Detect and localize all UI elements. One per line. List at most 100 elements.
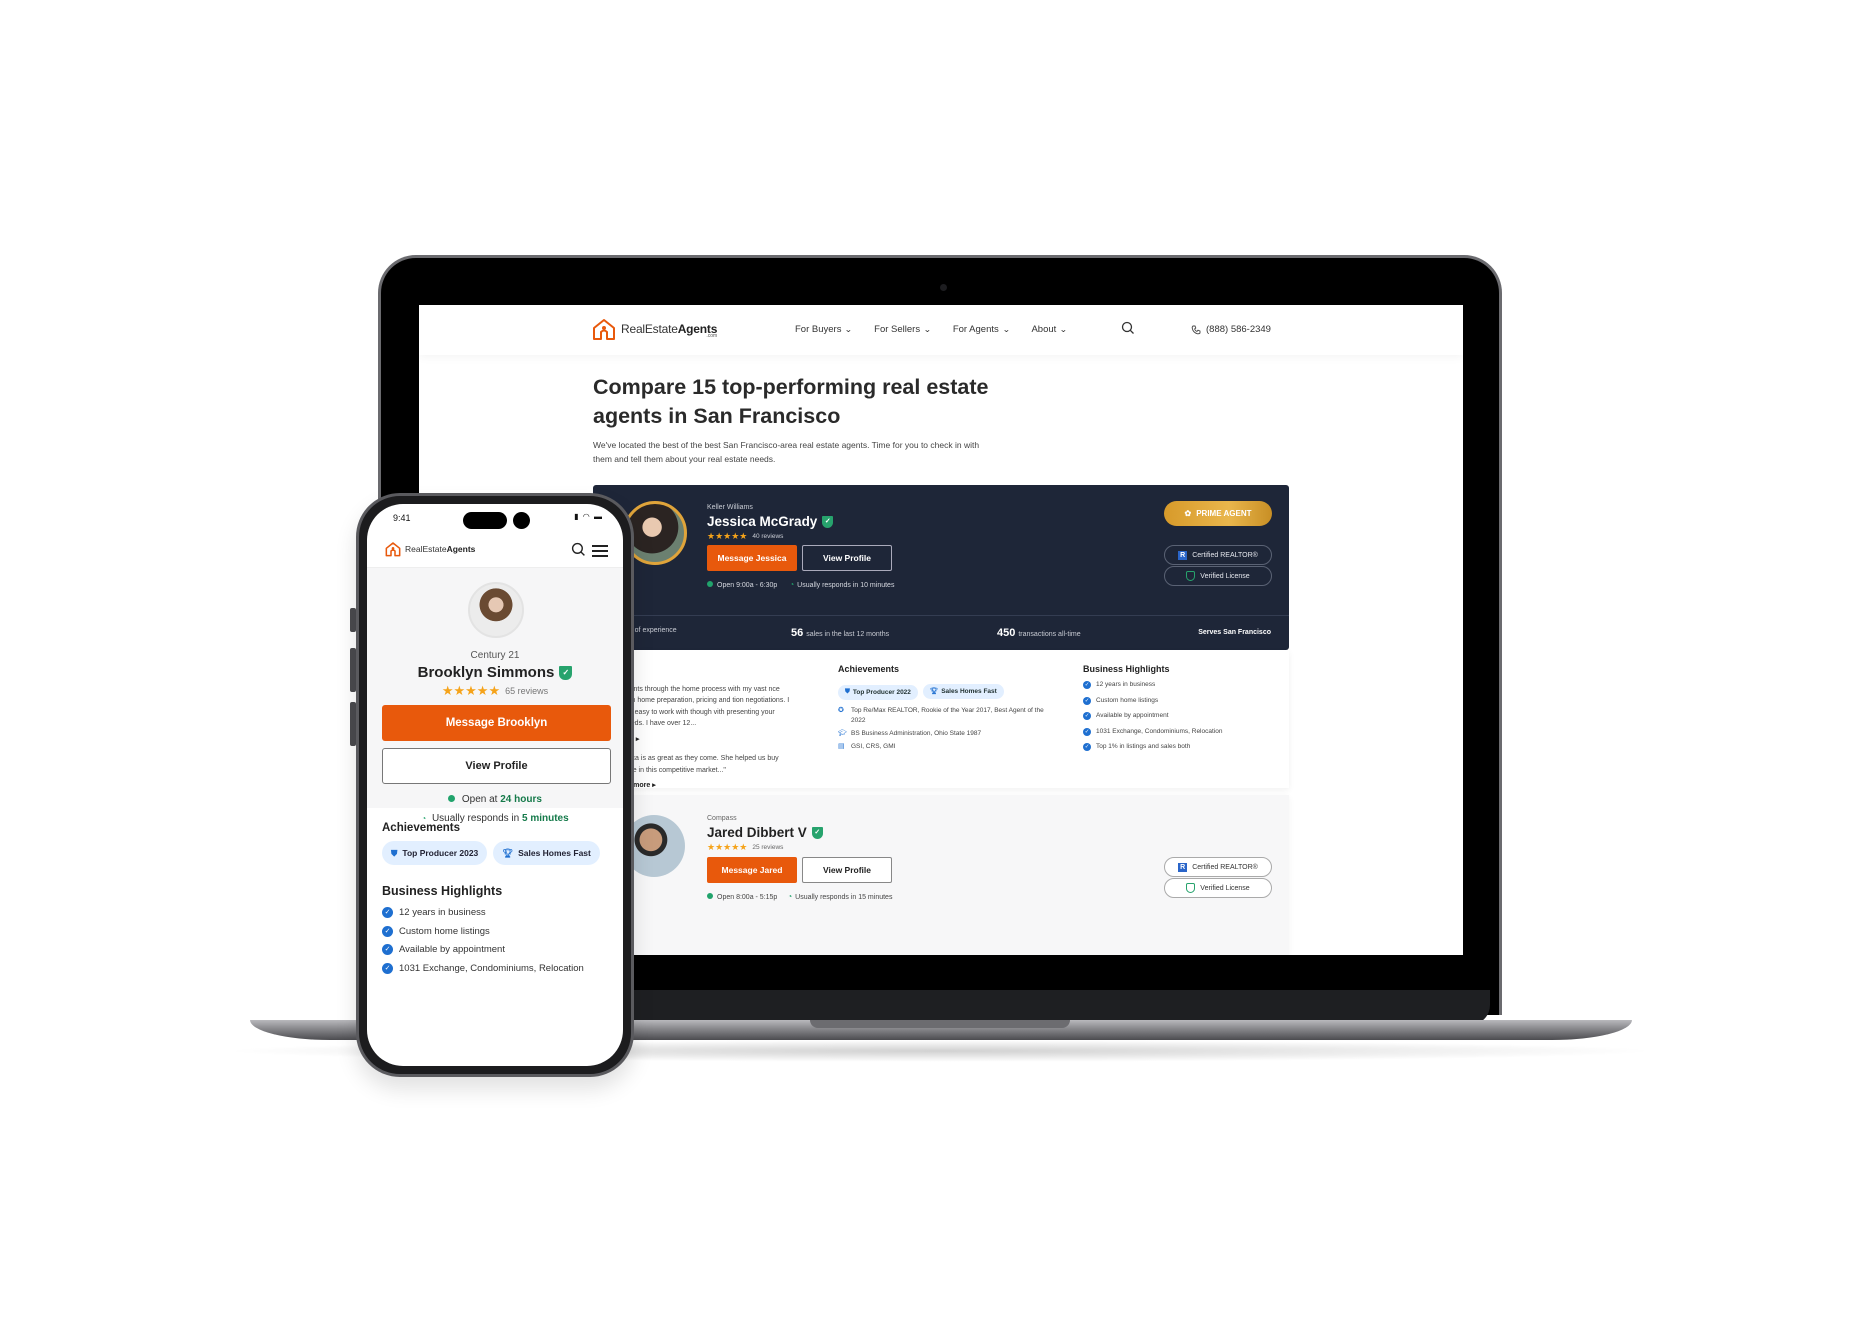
agent-company: Compass: [707, 815, 737, 822]
stat-transactions: 450 transactions all-time: [997, 627, 1081, 639]
achievement-chip: ⛊ Top Producer 2023: [382, 841, 488, 865]
highlight-item: ✓ Custom home listings: [1083, 696, 1159, 705]
hours-status: Open at 24 hours: [367, 794, 623, 805]
phone-frame: 9:41 ▮ ◠ ▬ RealEstateAgents Century 21 B…: [356, 493, 634, 1077]
agent-card-featured: Keller Williams Jessica McGrady ✓ ★★★★★ 40…: [593, 485, 1289, 650]
house-logo-icon: [385, 542, 401, 557]
review-count[interactable]: 40 reviews: [752, 533, 783, 540]
check-circle-icon: ✓: [1083, 712, 1091, 720]
agent-stats-bar: ars of experience 56 sales in the last 12…: [593, 615, 1289, 650]
agent-name[interactable]: Brooklyn Simmons ✓: [367, 664, 623, 681]
achievement-list: ✪ Top Re/Max REALTOR, Rookie of the Year …: [838, 706, 1048, 752]
agent-availability: Open 9:00a - 6:30p ◔ Usually responds in …: [707, 580, 894, 589]
top-nav: RealEstateAgents .com For Buyers ⌄ For Se…: [419, 305, 1463, 355]
mobile-header: RealEstateAgents: [367, 534, 623, 568]
agent-avatar[interactable]: [468, 582, 524, 638]
agent-company: Keller Williams: [707, 504, 753, 511]
license-shield-icon: [1186, 571, 1196, 581]
house-logo-icon: [593, 319, 615, 340]
agent-name[interactable]: Jared Dibbert V ✓: [707, 825, 823, 840]
clock-icon: ◔: [789, 580, 795, 589]
dynamic-island: [463, 512, 507, 529]
trophy-icon: 🏆︎: [502, 847, 514, 858]
site-logo[interactable]: RealEstateAgents: [384, 541, 475, 557]
mobile-screen: 9:41 ▮ ◠ ▬ RealEstateAgents Century 21 B…: [367, 504, 623, 1066]
review-read-more-link[interactable]: ad more ▸: [623, 780, 793, 792]
realtor-icon: R: [1178, 862, 1188, 872]
nav-for-buyers[interactable]: For Buyers ⌄: [795, 324, 853, 335]
check-circle-icon: ✓: [1083, 727, 1091, 736]
message-agent-button[interactable]: Message Jessica: [707, 545, 797, 571]
nav-about[interactable]: About ⌄: [1031, 324, 1067, 335]
nav-for-sellers[interactable]: For Sellers ⌄: [874, 324, 931, 335]
verified-shield-icon: ✓: [822, 515, 834, 528]
achievement-chip: 🏆︎ Sales Homes Fast: [493, 841, 600, 865]
achievement-chips: ⛊ Top Producer 2023 🏆︎ Sales Homes Fast: [382, 841, 600, 865]
award-icon: ✪: [838, 706, 844, 714]
view-profile-button[interactable]: View Profile: [382, 748, 611, 784]
message-agent-button[interactable]: Message Jared: [707, 857, 797, 883]
realtor-icon: R: [1178, 550, 1188, 560]
star-rating-icon: ★★★★★: [707, 842, 748, 852]
achievement-item: ▤ GSI, CRS, GMI: [838, 742, 896, 750]
nav-for-agents[interactable]: For Agents ⌄: [953, 324, 1010, 335]
clock-icon: ◔: [787, 892, 793, 901]
agent-name[interactable]: Jessica McGrady ✓: [707, 514, 834, 529]
logo-text: RealEstateAgents: [405, 544, 476, 554]
stat-sales: 56 sales in the last 12 months: [791, 627, 890, 639]
agent-company: Century 21: [470, 650, 520, 661]
agent-rating: ★★★★★ 25 reviews: [707, 842, 783, 853]
check-circle-icon: ✓: [1083, 696, 1091, 705]
open-dot-icon: [707, 580, 713, 587]
agent-bio: clients through the home process with my…: [623, 685, 790, 728]
certified-realtor-badge: R Certified REALTOR®: [1164, 857, 1272, 877]
site-logo[interactable]: RealEstateAgents .com: [591, 317, 717, 341]
license-shield-icon: [1186, 883, 1196, 893]
highlight-item: ✓ Available by appointment: [382, 943, 602, 956]
bio-read-more-link[interactable]: ore ▸: [623, 734, 793, 746]
highlights-list: ✓ 12 years in business ✓ Custom home listi…: [382, 906, 602, 980]
message-agent-button[interactable]: Message Brooklyn: [382, 705, 611, 741]
phone-icon: [1191, 325, 1201, 334]
highlights-heading: Business Highlights: [382, 884, 503, 898]
view-profile-button[interactable]: View Profile: [802, 545, 892, 571]
highlight-item: ✓ Available by appointment: [1083, 712, 1169, 720]
hamburger-menu-icon[interactable]: [592, 545, 608, 561]
logo-text: RealEstateAgents: [621, 322, 718, 336]
chevron-down-icon: ⌄: [1059, 325, 1068, 334]
review-count[interactable]: 25 reviews: [752, 844, 783, 851]
chevron-down-icon: ⌄: [1002, 325, 1011, 334]
highlight-item: ✓ 1031 Exchange, Condominiums, Relocation: [1083, 727, 1223, 736]
status-time: 9:41: [393, 513, 411, 523]
agent-card: Compass Jared Dibbert V ✓ ★★★★★ 25 reviews…: [593, 795, 1289, 955]
achievement-chip: 🏆︎ Sales Homes Fast: [922, 683, 1004, 699]
open-dot-icon: [448, 795, 456, 802]
verified-shield-icon: ✓: [559, 665, 573, 680]
mobile-agent-card: Century 21 Brooklyn Simmons ✓ ★★★★★ 65 rev…: [367, 568, 623, 824]
search-button[interactable]: [1121, 321, 1135, 340]
achievements-section: Achievements ⛊ Top Producer 2022 🏆︎ Sales H…: [838, 664, 1048, 755]
response-time: ◔ Usually responds in 10 minutes: [789, 580, 895, 589]
star-rating-icon: ★★★★★: [441, 683, 501, 698]
prime-emblem-icon: ✿: [1184, 509, 1192, 518]
review-count[interactable]: 65 reviews: [505, 686, 548, 696]
logo-suffix: .com: [706, 333, 718, 339]
achievements-heading: Achievements: [838, 664, 900, 674]
about-heading: t: [623, 664, 793, 676]
search-button[interactable]: [571, 542, 586, 562]
hours-status: Open 8:00a - 5:15p: [707, 892, 777, 901]
agent-rating: ★★★★★ 65 reviews: [367, 683, 623, 699]
device-mockup: RealEstateAgents .com For Buyers ⌄ For Se…: [0, 0, 1872, 1326]
view-profile-button[interactable]: View Profile: [802, 857, 892, 883]
check-circle-icon: ✓: [1083, 681, 1091, 689]
agent-rating: ★★★★★ 40 reviews: [707, 531, 783, 542]
status-bar: 9:41 ▮ ◠ ▬: [367, 504, 623, 534]
phone-link[interactable]: (888) 586-2349: [1191, 324, 1271, 335]
hours-status: Open 9:00a - 6:30p: [707, 580, 777, 589]
check-circle-icon: ✓: [382, 962, 393, 974]
service-area: Serves San Francisco: [1198, 629, 1271, 636]
page-title: Compare 15 top-performing real estate ag…: [593, 375, 989, 428]
chevron-down-icon: ⌄: [844, 325, 853, 334]
front-camera: [513, 512, 530, 529]
check-circle-icon: ✓: [1083, 743, 1091, 751]
